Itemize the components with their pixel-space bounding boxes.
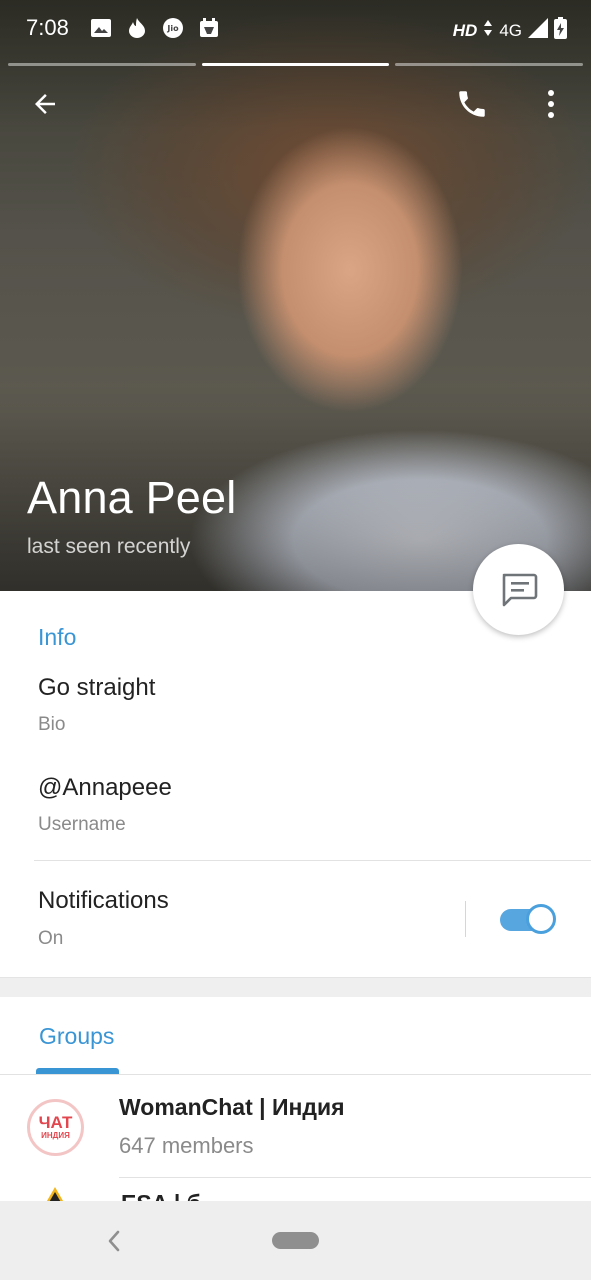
group-name-partial[interactable]: ESA | б <box>121 1190 281 1201</box>
call-button[interactable] <box>448 80 496 128</box>
battery-icon <box>554 17 567 44</box>
notification-icons: Jio <box>90 17 220 39</box>
data-arrows-icon <box>483 19 493 42</box>
signal-icon <box>528 18 548 43</box>
jio-icon: Jio <box>162 17 184 39</box>
bio-value[interactable]: Go straight <box>38 674 155 702</box>
back-button[interactable] <box>21 80 69 128</box>
more-options-button[interactable] <box>527 80 575 128</box>
status-right: HD 4G <box>453 17 567 44</box>
group-name[interactable]: WomanChat | Индия <box>119 1094 345 1121</box>
profile-last-seen: last seen recently <box>27 535 191 558</box>
notifications-status: On <box>38 928 64 949</box>
send-message-button[interactable] <box>473 544 564 635</box>
status-time: 7:08 <box>26 15 69 40</box>
story-segment-active <box>201 63 390 66</box>
story-segment <box>8 63 196 66</box>
message-icon <box>502 573 537 606</box>
group-divider <box>119 1177 591 1178</box>
profile-name: Anna Peel <box>27 472 237 523</box>
bio-label: Bio <box>38 714 66 735</box>
svg-text:Jio: Jio <box>166 24 179 33</box>
toggle-knob <box>526 904 556 934</box>
username-value[interactable]: @Annapeee <box>38 774 172 802</box>
flame-icon <box>126 17 148 39</box>
section-gap <box>0 977 591 997</box>
chevron-left-icon <box>108 1230 120 1252</box>
info-divider <box>34 860 591 861</box>
info-section-title: Info <box>38 624 77 650</box>
group-avatar[interactable]: ЧАТ ИНДИЯ <box>27 1099 84 1156</box>
group-members: 647 members <box>119 1133 254 1158</box>
nav-home-button[interactable] <box>272 1232 319 1249</box>
toggle-separator <box>465 901 466 937</box>
tab-groups[interactable]: Groups <box>39 1023 114 1050</box>
calendar-icon <box>198 17 220 39</box>
story-progress <box>8 63 584 67</box>
tabs-divider <box>0 1074 591 1075</box>
hd-indicator: HD <box>452 20 478 40</box>
network-type: 4G <box>499 20 522 40</box>
notifications-title[interactable]: Notifications <box>38 887 169 915</box>
group-avatar-text: ЧАТ <box>38 1113 73 1132</box>
system-nav-bar <box>0 1201 591 1280</box>
arrow-left-icon <box>35 94 55 114</box>
image-icon <box>90 17 112 39</box>
warning-icon <box>40 1187 70 1201</box>
story-segment <box>395 63 584 66</box>
username-label: Username <box>38 814 126 835</box>
group-avatar-subtext: ИНДИЯ <box>41 1131 70 1140</box>
status-bar: 7:08 Jio HD 4G <box>0 0 591 58</box>
phone-icon <box>459 91 485 117</box>
nav-back-button[interactable] <box>100 1227 128 1255</box>
notifications-toggle[interactable] <box>500 903 556 935</box>
more-vertical-icon <box>548 90 554 118</box>
